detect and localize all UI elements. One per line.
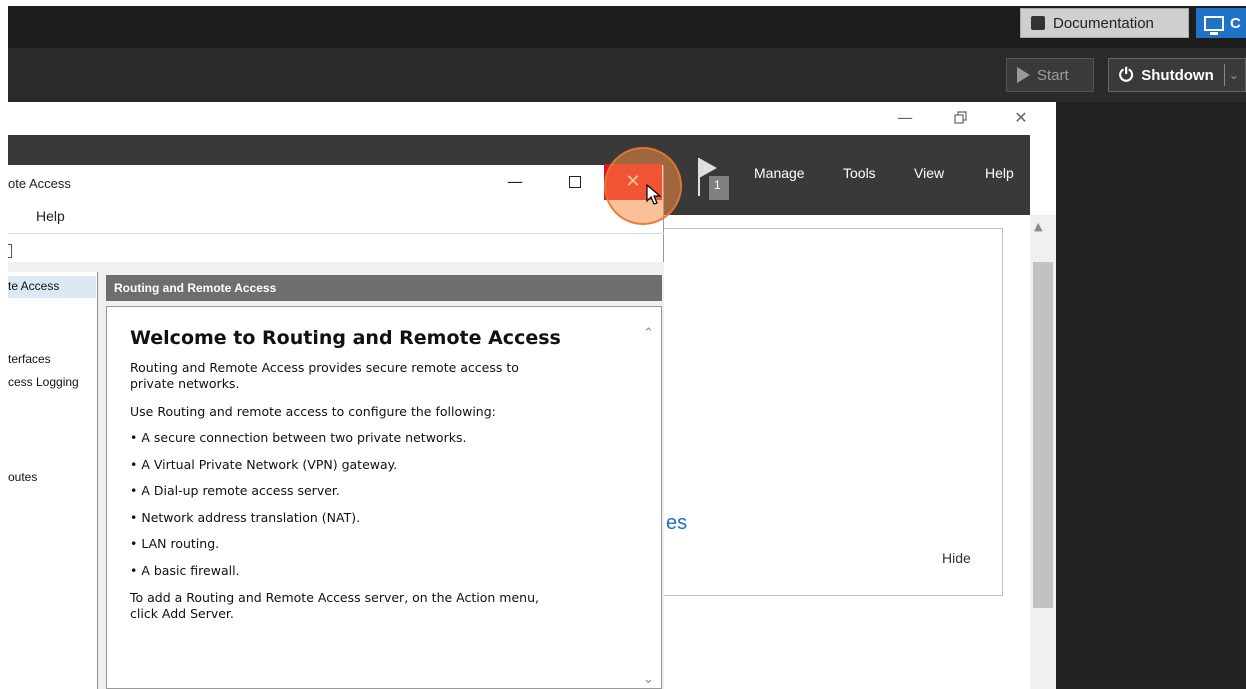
list-item: • LAN routing. <box>130 536 220 551</box>
console-button[interactable]: C <box>1196 8 1246 38</box>
chevron-down-icon[interactable]: ⌄ <box>643 672 654 687</box>
tree-item-remote-access[interactable]: te Access <box>8 279 59 293</box>
click-highlight <box>604 147 682 225</box>
partial-link[interactable]: es <box>666 512 687 535</box>
intro-text-1: Routing and Remote Access provides secur… <box>130 360 519 375</box>
tree-item-interfaces[interactable]: terfaces <box>8 352 51 366</box>
close-icon[interactable]: ✕ <box>1006 106 1036 130</box>
menu-view[interactable]: View <box>914 165 944 181</box>
footer-text-2: click Add Server. <box>130 606 234 621</box>
documentation-label: Documentation <box>1053 14 1154 32</box>
use-text: Use Routing and remote access to configu… <box>130 404 496 419</box>
minimize-icon[interactable]: — <box>890 106 920 130</box>
footer-text-1: To add a Routing and Remote Access serve… <box>130 590 539 605</box>
window-title: ote Access <box>8 176 71 191</box>
restore-icon[interactable] <box>946 106 976 130</box>
scrollbar-thumb[interactable] <box>1033 262 1053 608</box>
intro-text-2: private networks. <box>130 376 240 391</box>
tree-item-access-logging[interactable]: cess Logging <box>8 375 79 389</box>
list-item: • A Dial-up remote access server. <box>130 483 340 498</box>
chevron-down-icon[interactable]: ⌄ <box>1229 68 1239 82</box>
maximize-icon[interactable] <box>560 170 590 194</box>
tree-item-routes[interactable]: outes <box>8 470 37 484</box>
shutdown-label: Shutdown <box>1141 66 1214 84</box>
divider <box>1223 64 1225 86</box>
book-icon <box>1031 16 1045 30</box>
menu-help[interactable]: Help <box>36 208 65 224</box>
power-icon: ⏻ <box>1119 64 1134 85</box>
shutdown-button[interactable]: ⏻ Shutdown ⌄ <box>1108 58 1246 92</box>
menu-help[interactable]: Help <box>985 165 1014 181</box>
start-button[interactable]: Start <box>1006 58 1094 92</box>
console-label: C <box>1230 14 1241 32</box>
list-item: • A Virtual Private Network (VPN) gatewa… <box>130 457 398 472</box>
host-side-panel <box>1056 102 1246 689</box>
pane-header: Routing and Remote Access <box>106 275 662 301</box>
chevron-up-icon[interactable]: ⌃ <box>643 326 654 341</box>
welcome-heading: Welcome to Routing and Remote Access <box>130 327 561 349</box>
hide-link[interactable]: Hide <box>942 550 971 566</box>
list-item: • A secure connection between two privat… <box>130 430 467 445</box>
notification-count: 1 <box>714 178 721 192</box>
cursor-icon <box>646 183 662 206</box>
menu-tools[interactable]: Tools <box>843 165 876 181</box>
start-label: Start <box>1037 66 1069 84</box>
menu-divider <box>8 233 664 234</box>
notifications-flag-icon[interactable]: 1 <box>697 156 729 200</box>
scroll-up-icon[interactable]: ▲ <box>1034 220 1042 233</box>
welcome-panel <box>663 228 1003 596</box>
menu-manage[interactable]: Manage <box>754 165 805 181</box>
list-item: • A basic firewall. <box>130 563 240 578</box>
minimize-icon[interactable]: — <box>500 170 530 194</box>
toolbar-icon[interactable] <box>8 244 12 258</box>
play-icon <box>1017 67 1030 83</box>
documentation-button[interactable]: Documentation <box>1020 8 1189 38</box>
list-item: • Network address translation (NAT). <box>130 510 361 525</box>
monitor-icon <box>1204 15 1224 35</box>
